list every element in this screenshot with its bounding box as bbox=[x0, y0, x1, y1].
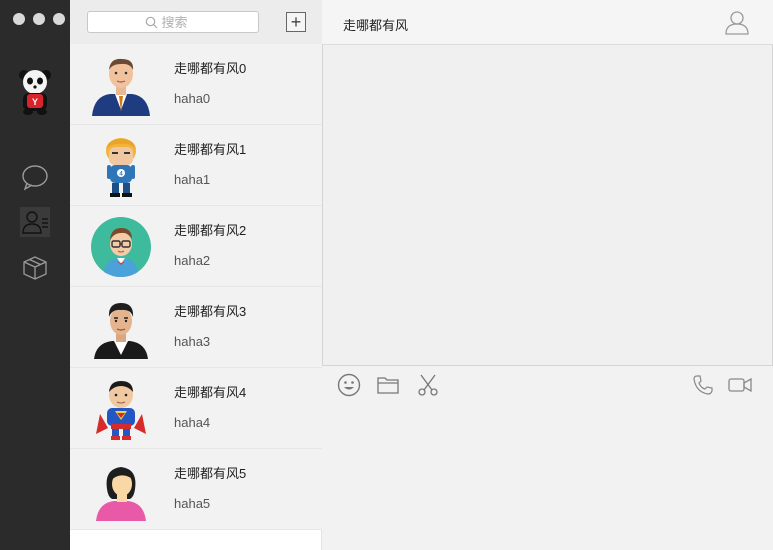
contacts-panel: + 走哪都有风0 haha0 bbox=[70, 0, 322, 550]
contact-item[interactable]: 走哪都有风5 haha5 bbox=[70, 449, 322, 530]
message-area[interactable] bbox=[322, 45, 773, 366]
profile-avatar[interactable]: Y bbox=[16, 66, 54, 116]
folder-icon[interactable] bbox=[376, 373, 400, 397]
contact-last-message: haha4 bbox=[174, 415, 211, 430]
video-icon[interactable] bbox=[727, 373, 753, 397]
chat-panel: 走哪都有风 bbox=[322, 0, 773, 550]
contact-last-message: haha5 bbox=[174, 496, 211, 511]
contact-item[interactable]: 走哪都有风0 haha0 bbox=[70, 44, 322, 125]
search-icon bbox=[145, 16, 157, 28]
phone-icon[interactable] bbox=[691, 373, 715, 397]
search-input[interactable] bbox=[161, 14, 202, 30]
chat-header: 走哪都有风 bbox=[322, 0, 773, 45]
businessman-avatar-icon bbox=[92, 58, 150, 116]
suit-man-avatar-icon bbox=[94, 303, 148, 359]
scissors-icon[interactable] bbox=[416, 373, 440, 397]
contact-name: 走哪都有风0 bbox=[174, 61, 247, 76]
profile-icon[interactable] bbox=[724, 9, 750, 35]
chat-title: 走哪都有风 bbox=[343, 18, 409, 33]
contact-list: 走哪都有风0 haha0 4 走哪都有风1 haha1 走哪都有风2 haha2… bbox=[70, 44, 322, 530]
app-sidebar: Y bbox=[0, 0, 70, 550]
emoji-icon[interactable] bbox=[337, 373, 361, 397]
contact-item[interactable]: 走哪都有风4 haha4 bbox=[70, 368, 322, 449]
woman-avatar-icon bbox=[96, 467, 146, 521]
superhero-avatar-icon bbox=[96, 381, 146, 440]
contact-name: 走哪都有风4 bbox=[174, 385, 247, 400]
window-zoom-button[interactable] bbox=[53, 13, 65, 25]
contact-item[interactable]: 走哪都有风2 haha2 bbox=[70, 206, 322, 287]
contacts-icon[interactable] bbox=[20, 207, 50, 237]
svg-text:Y: Y bbox=[32, 97, 38, 107]
search-box[interactable] bbox=[87, 11, 259, 33]
contact-last-message: haha1 bbox=[174, 172, 211, 187]
contact-name: 走哪都有风3 bbox=[174, 304, 247, 319]
contact-name: 走哪都有风5 bbox=[174, 466, 247, 481]
contact-last-message: haha2 bbox=[174, 253, 211, 268]
contact-item[interactable]: 走哪都有风3 haha3 bbox=[70, 287, 322, 368]
search-bar: + bbox=[70, 0, 322, 44]
message-input-area[interactable] bbox=[322, 403, 773, 550]
window-close-button[interactable] bbox=[13, 13, 25, 25]
chat-bubble-icon[interactable] bbox=[20, 162, 50, 192]
contact-name: 走哪都有风1 bbox=[174, 142, 247, 157]
nerd-circle-avatar-icon bbox=[91, 217, 151, 277]
contact-last-message: haha3 bbox=[174, 334, 211, 349]
chat-toolbar bbox=[322, 367, 773, 403]
contact-item[interactable]: 4 走哪都有风1 haha1 bbox=[70, 125, 322, 206]
contact-name: 走哪都有风2 bbox=[174, 223, 247, 238]
add-contact-button[interactable]: + bbox=[286, 12, 306, 32]
blonde-hero-avatar-icon: 4 bbox=[106, 138, 136, 197]
box-icon[interactable] bbox=[20, 253, 50, 283]
window-minimize-button[interactable] bbox=[33, 13, 45, 25]
contact-last-message: haha0 bbox=[174, 91, 211, 106]
